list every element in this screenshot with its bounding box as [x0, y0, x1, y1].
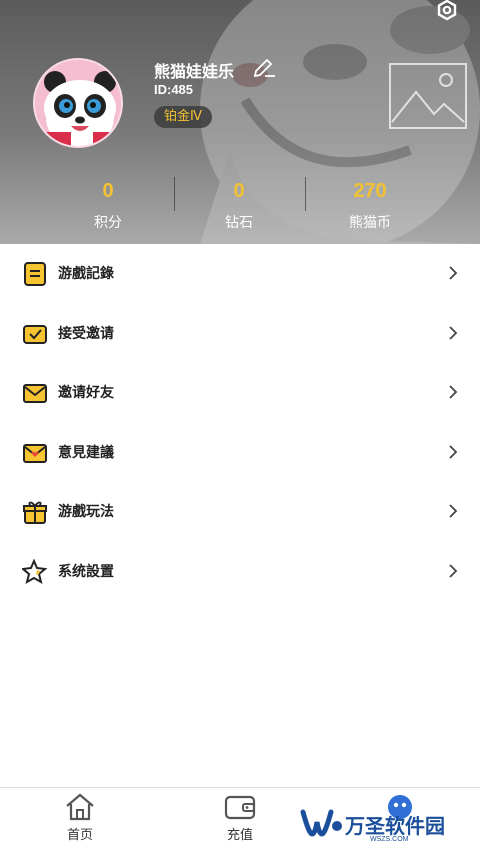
- list-icon: [24, 262, 46, 286]
- stat-points-label: 积分: [94, 215, 122, 231]
- chevron-right-icon: [449, 325, 458, 340]
- avatar[interactable]: [33, 58, 123, 148]
- stat-diamonds[interactable]: 0 钻石: [179, 175, 299, 232]
- menu-item-accept-invites[interactable]: 接受邀请: [0, 304, 480, 364]
- nav-recharge[interactable]: 充值: [180, 788, 300, 853]
- chevron-right-icon: [449, 563, 458, 578]
- menu-item-label: 系统設置: [58, 563, 114, 580]
- home-icon: [66, 793, 94, 821]
- stat-panda-coins-label: 熊猫币: [349, 215, 391, 231]
- chevron-right-icon: [449, 385, 458, 399]
- envelope-heart-icon: [23, 443, 47, 463]
- stat-divider: [174, 177, 175, 211]
- mail-check-icon: [23, 324, 47, 344]
- chevron-right-icon: [449, 266, 458, 280]
- watermark-text: 万圣软件园: [345, 814, 445, 838]
- menu-item-label: 游戲記錄: [58, 266, 114, 282]
- watermark-logo-icon: [300, 809, 342, 837]
- stats-bar: 0 积分 0 钻石 270 熊猫币: [0, 175, 480, 237]
- username: 熊猫娃娃乐: [154, 62, 235, 81]
- settings-gear-icon[interactable]: [432, 0, 462, 22]
- menu-item-invite-friends[interactable]: 邀请好友: [0, 363, 480, 423]
- menu-item-feedback[interactable]: 意見建議: [0, 423, 480, 483]
- profile-header: 熊猫娃娃乐 ID:485 铂金Ⅳ 0 积分 0 钻石 270 熊猫币: [0, 0, 480, 244]
- stat-divider: [305, 177, 306, 211]
- envelope-icon: [23, 384, 47, 403]
- panda-avatar-icon: [35, 60, 121, 146]
- stat-panda-coins-value: 270: [353, 180, 387, 202]
- stat-points-value: 0: [102, 180, 114, 202]
- image-placeholder-icon: [389, 63, 467, 129]
- menu-item-game-rules[interactable]: 游戲玩法: [0, 482, 480, 542]
- stat-panda-coins[interactable]: 270 熊猫币: [310, 175, 430, 232]
- edit-pencil-icon[interactable]: [252, 56, 276, 78]
- wallet-icon: [224, 795, 256, 820]
- site-watermark: 万圣软件园 WSZS.COM: [300, 792, 480, 853]
- nav-recharge-label: 充值: [226, 828, 253, 843]
- menu-item-label: 邀请好友: [58, 385, 114, 401]
- star-settings-icon: [22, 558, 48, 584]
- stat-diamonds-value: 0: [233, 180, 245, 202]
- chevron-right-icon: [449, 504, 458, 518]
- menu-item-label: 意見建議: [58, 444, 114, 461]
- chevron-right-icon: [449, 444, 458, 459]
- nav-home[interactable]: 首页: [20, 788, 140, 853]
- menu-item-label: 游戲玩法: [58, 504, 114, 520]
- menu-item-system-settings[interactable]: 系统設置: [0, 542, 480, 602]
- user-id: ID:485: [154, 82, 194, 97]
- menu-item-game-records[interactable]: 游戲記錄: [0, 244, 480, 304]
- profile-screen: 熊猫娃娃乐 ID:485 铂金Ⅳ 0 积分 0 钻石 270 熊猫币 游戲記錄 …: [0, 0, 480, 853]
- menu-item-label: 接受邀请: [58, 325, 114, 342]
- watermark-sub: WSZS.COM: [370, 836, 409, 843]
- nav-home-label: 首页: [66, 828, 93, 843]
- stat-points[interactable]: 0 积分: [48, 175, 168, 232]
- stat-diamonds-label: 钻石: [225, 215, 253, 231]
- gift-icon: [23, 501, 47, 524]
- menu-list: 游戲記錄 接受邀请 邀请好友 意見建議 游戲玩法 系统設置: [0, 244, 480, 601]
- level-badge: 铂金Ⅳ: [154, 106, 212, 128]
